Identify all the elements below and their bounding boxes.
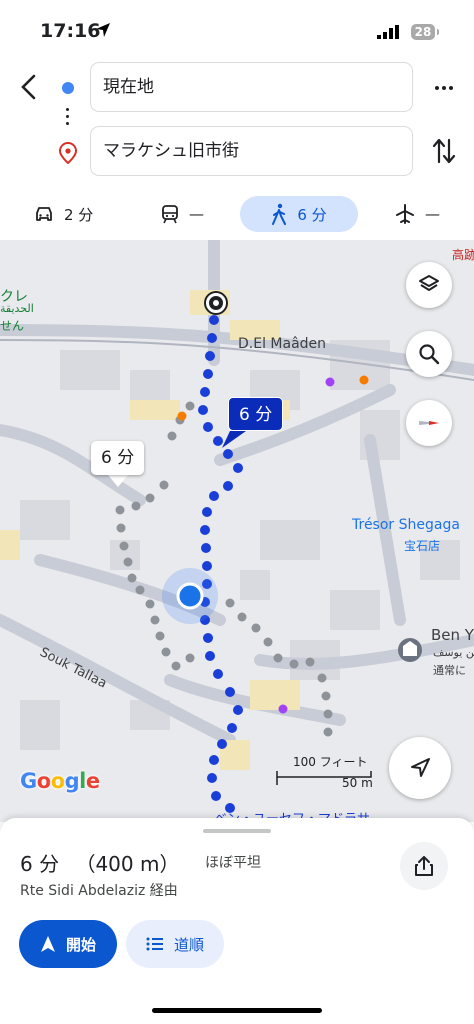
mode-flight[interactable]: — (395, 196, 440, 232)
mode-walk-label: 6 分 (297, 205, 327, 224)
list-icon (146, 937, 163, 951)
map-label-tresor-category: 宝石店 (404, 539, 441, 553)
chevron-left-icon (21, 74, 36, 100)
mode-flight-label: — (425, 205, 440, 223)
map-label-kodai: 高跡 (452, 248, 474, 262)
map-label-kure-sub: せん (0, 319, 25, 333)
home-indicator[interactable] (152, 1008, 322, 1013)
back-button[interactable] (12, 70, 44, 104)
logo-o2: o (50, 769, 65, 793)
travel-mode-bar: 2 分 — 6 分 — (0, 196, 474, 234)
start-navigation-button[interactable]: 開始 (19, 920, 117, 968)
status-bar: 17:16 28 (0, 0, 474, 60)
airplane-icon (396, 204, 414, 224)
current-location-marker (162, 568, 218, 624)
map-label-beny-ar: بن يوسف (433, 646, 474, 659)
connector-dots-icon (66, 108, 70, 129)
start-label: 開始 (65, 935, 96, 954)
mode-transit-label: — (189, 205, 204, 223)
battery-cap (437, 29, 439, 35)
route-summary-sheet[interactable]: 6 分 （400 m） ほぼ平坦 Rte Sidi Abdelaziz 経由 開… (0, 818, 474, 1024)
cellular-signal-icon (377, 25, 399, 39)
swap-icon[interactable] (430, 136, 458, 166)
logo-o1: o (36, 769, 51, 793)
navigation-arrow-icon (411, 758, 430, 777)
location-services-icon (96, 23, 110, 37)
share-button[interactable] (400, 842, 448, 890)
google-logo: Google (20, 769, 100, 793)
mode-transit[interactable]: — (161, 196, 204, 232)
origin-target-marker (204, 291, 228, 315)
steps-button[interactable]: 道順 (126, 920, 224, 968)
search-icon (419, 344, 440, 365)
status-time: 17:16 (40, 20, 101, 42)
walking-icon (272, 203, 287, 225)
route-distance: （400 m） (75, 852, 180, 876)
logo-g: G (20, 769, 37, 793)
train-icon (162, 205, 178, 224)
logo-l: l (79, 769, 86, 793)
mode-drive-label: 2 分 (64, 205, 94, 224)
route-duration-badge[interactable]: 6 分 (228, 397, 284, 431)
origin-input[interactable]: 現在地 (90, 62, 413, 112)
more-options-button[interactable] (430, 76, 458, 100)
layers-icon (419, 275, 439, 291)
destination-pin-icon (58, 142, 78, 164)
layers-button[interactable] (406, 262, 452, 308)
steps-label: 道順 (173, 935, 204, 954)
compass-button[interactable] (406, 400, 452, 446)
route-via: Rte Sidi Abdelaziz 経由 (20, 883, 178, 899)
logo-g2: g (64, 769, 80, 793)
navigation-icon (40, 936, 55, 952)
share-icon (415, 856, 433, 876)
route-summary: 6 分 （400 m） (20, 848, 179, 877)
battery-indicator: 28 (411, 24, 435, 40)
my-location-button[interactable] (389, 737, 451, 799)
alt-route-duration-badge[interactable]: 6 分 (91, 441, 145, 475)
map-label-street: D.El Maâden (238, 336, 327, 352)
wifi-icon (404, 22, 408, 26)
map-view[interactable]: 高跡 クレ الحديقة せん D.El Maâden Trésor Sheg… (0, 240, 474, 822)
destination-input[interactable]: マラケシュ旧市街 (90, 126, 413, 176)
origin-dot-icon (62, 82, 74, 94)
terrain-info: ほぼ平坦 (205, 855, 261, 871)
scale-feet: 100 フィート (293, 755, 368, 769)
route-duration: 6 分 (20, 852, 60, 876)
compass-icon (419, 421, 439, 425)
poi-museum-marker (398, 638, 422, 662)
mode-walk[interactable]: 6 分 (240, 196, 358, 232)
map-label-kure-ar: الحديقة (0, 302, 34, 315)
primary-badge-pointer (222, 431, 246, 448)
map-search-button[interactable] (406, 331, 452, 377)
logo-e: e (85, 769, 100, 793)
mode-drive[interactable]: 2 分 (34, 196, 93, 232)
map-label-beny-hours: 通常に (433, 664, 466, 677)
car-icon (36, 207, 52, 221)
scale-meters: 50 m (342, 776, 373, 790)
map-label-beny[interactable]: Ben Y (431, 626, 474, 644)
sheet-drag-handle[interactable] (203, 829, 271, 833)
map-label-tresor[interactable]: Trésor Shegaga (352, 517, 460, 533)
